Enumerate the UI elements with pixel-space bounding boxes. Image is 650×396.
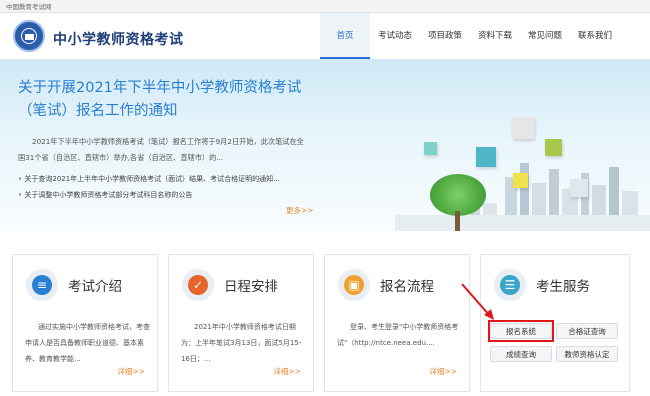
nav-item-contact[interactable]: 联系我们 bbox=[570, 13, 620, 59]
card-detail-link[interactable]: 详细>> bbox=[117, 366, 145, 377]
schedule-card: ✓ 日程安排 2021年中小学教师资格考试日期为：上半年笔试3月13日，面试5月… bbox=[168, 254, 314, 392]
registration-process-card: ▣ 报名流程 登录、考生登录"中小学教师资格考试"（http://ntce.ne… bbox=[324, 254, 470, 392]
card-title[interactable]: 日程安排 bbox=[224, 275, 278, 295]
score-query-button[interactable]: 成绩查询 bbox=[490, 346, 552, 362]
site-network-link[interactable]: 中国教育考试网 bbox=[6, 1, 52, 11]
banner-news-list: 关于查询2021年上半年中小学教师资格考试（面试）结果、考试合格证明的通知...… bbox=[18, 171, 308, 203]
main-nav: 首页 考试动态 项目政策 资料下载 常见问题 联系我们 bbox=[320, 13, 620, 59]
card-detail-link[interactable]: 详细>> bbox=[429, 366, 457, 377]
nav-item-downloads[interactable]: 资料下载 bbox=[470, 13, 520, 59]
card-description: 通过实施中小学教师资格考试，考查申请人是否具备教师职业道德、基本素养、教育教学能… bbox=[25, 323, 150, 363]
document-icon: ≡ bbox=[32, 275, 52, 295]
logo-icon[interactable] bbox=[13, 20, 45, 52]
cube-illustration bbox=[545, 139, 562, 156]
card-description: 登录、考生登录"中小学教师资格考试"（http://ntce.neea.edu.… bbox=[337, 323, 459, 347]
banner-summary: 2021年下半年中小学教师资格考试（笔试）报名工作将于9月2日开始，此次笔试在全… bbox=[18, 137, 304, 162]
top-bar: 中国教育考试网 bbox=[0, 0, 650, 13]
news-link[interactable]: 关于调整中小学教师资格考试部分考试科目名称的公告 bbox=[18, 187, 308, 203]
card-detail-link[interactable]: 详细>> bbox=[273, 366, 301, 377]
card-description: 2021年中小学教师资格考试日期为：上半年笔试3月13日，面试5月15-16日；… bbox=[181, 323, 302, 363]
book-cube-illustration bbox=[512, 117, 534, 139]
card-title[interactable]: 考生服务 bbox=[536, 275, 590, 295]
annotation-arrow-icon bbox=[461, 283, 494, 320]
cube-illustration bbox=[476, 147, 496, 167]
teacher-certification-button[interactable]: 教师资格认定 bbox=[556, 346, 618, 362]
nav-item-faq[interactable]: 常见问题 bbox=[520, 13, 570, 59]
exam-intro-card: ≡ 考试介绍 通过实施中小学教师资格考试，考查申请人是否具备教师职业道德、基本素… bbox=[12, 254, 158, 392]
registration-icon-holder: ▣ bbox=[338, 269, 370, 301]
exam-intro-icon-holder: ≡ bbox=[26, 269, 58, 301]
card-title[interactable]: 考试介绍 bbox=[68, 275, 122, 295]
certificate-query-button[interactable]: 合格证查询 bbox=[556, 323, 618, 339]
tree-illustration bbox=[430, 174, 486, 216]
site-title[interactable]: 中小学教师资格考试 bbox=[53, 29, 184, 49]
card-title[interactable]: 报名流程 bbox=[380, 275, 434, 295]
check-icon: ✓ bbox=[188, 275, 208, 295]
nav-item-exam-news[interactable]: 考试动态 bbox=[370, 13, 420, 59]
banner-more-link[interactable]: 更多>> bbox=[286, 205, 314, 216]
cube-illustration bbox=[513, 173, 528, 188]
id-card-icon: ☰ bbox=[500, 275, 520, 295]
nav-item-policy[interactable]: 项目政策 bbox=[420, 13, 470, 59]
banner-headline-link[interactable]: 关于开展2021年下半年中小学教师资格考试（笔试）报名工作的通知 bbox=[18, 77, 323, 123]
news-link[interactable]: 关于查询2021年上半年中小学教师资格考试（面试）结果、考试合格证明的通知... bbox=[18, 171, 308, 187]
tree-trunk-illustration bbox=[455, 211, 460, 231]
cube-illustration bbox=[424, 142, 437, 155]
nav-item-home[interactable]: 首页 bbox=[320, 13, 370, 59]
browser-icon: ▣ bbox=[344, 275, 364, 295]
schedule-icon-holder: ✓ bbox=[182, 269, 214, 301]
cube-illustration bbox=[570, 179, 588, 197]
hero-banner: 关于开展2021年下半年中小学教师资格考试（笔试）报名工作的通知 2021年下半… bbox=[0, 59, 650, 231]
